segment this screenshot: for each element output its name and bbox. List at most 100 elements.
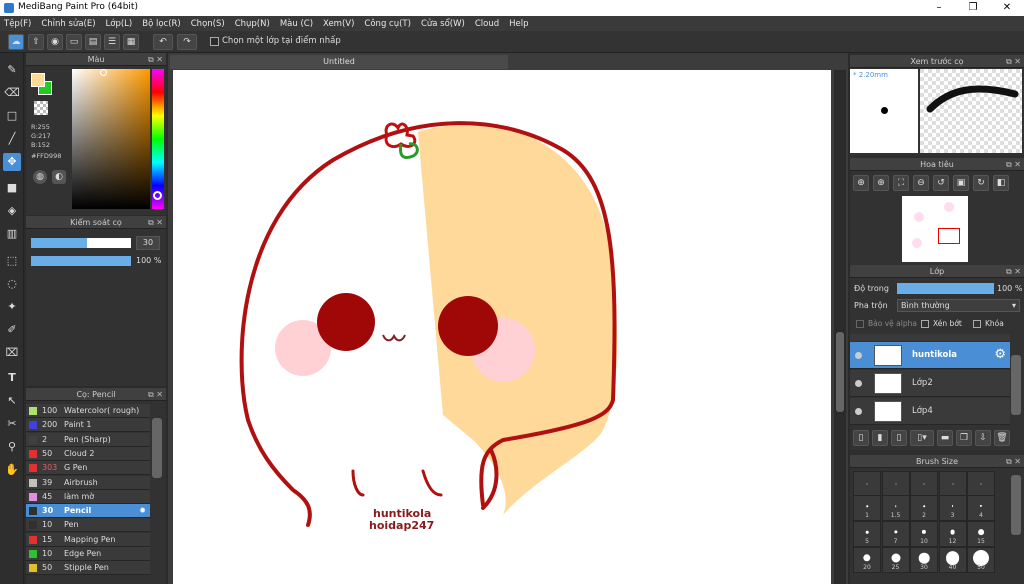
brush-item[interactable]: 15 Mapping Pen (26, 532, 150, 547)
palette-icon[interactable]: ◍ (33, 170, 47, 184)
document-tab[interactable]: Untitled (170, 55, 508, 69)
saturation-value-square[interactable] (72, 69, 150, 209)
brush-tool-icon[interactable]: ✎ (3, 61, 21, 79)
brush-size-cell[interactable]: 4 (967, 495, 995, 521)
brush-item[interactable]: 50 Stipple Pen (26, 561, 150, 576)
brush-size-cell[interactable] (881, 471, 910, 497)
brush-size-cell[interactable]: 3 (938, 495, 967, 521)
operation-tool-icon[interactable]: ↖ (3, 392, 21, 410)
flip-icon[interactable]: ◧ (993, 175, 1009, 191)
eye-icon[interactable] (855, 408, 862, 415)
close-icon[interactable]: ✕ (990, 0, 1024, 16)
zoom-out-icon[interactable]: ⊖ (913, 175, 929, 191)
redo-icon[interactable]: ↷ (177, 34, 197, 50)
brush-item[interactable]: 10 Pen (26, 518, 150, 533)
brush-list-scrollbar[interactable] (152, 418, 162, 478)
comment-icon[interactable]: ◉ (47, 34, 63, 50)
brush-size-scrollbar[interactable] (1011, 475, 1021, 535)
rectangle-tool-icon[interactable]: □ (3, 107, 21, 125)
protect-alpha-checkbox[interactable] (856, 320, 864, 328)
upload-icon[interactable]: ⇧ (28, 34, 44, 50)
hue-slider[interactable] (152, 69, 164, 209)
gear-icon[interactable]: ✹ (139, 504, 146, 518)
select-layer-checkbox[interactable] (210, 37, 219, 46)
panel-close-icon[interactable]: ⧉ ✕ (1006, 265, 1021, 278)
merge-icon[interactable]: ⇩ (975, 430, 991, 446)
new-layer-icon[interactable]: ▯ (853, 430, 869, 446)
brush-size-cell[interactable]: 12 (938, 521, 967, 547)
layer-scrollbar[interactable] (1011, 355, 1021, 415)
menu-file[interactable]: Tệp(F) (4, 19, 31, 29)
eye-icon[interactable] (855, 380, 862, 387)
brush-size-cell[interactable]: 40 (938, 547, 967, 573)
cloud-icon[interactable]: ☁ (8, 34, 24, 50)
brush-size-cell[interactable]: 30 (910, 547, 938, 573)
zoom-in-icon-2[interactable]: ⊕ (873, 175, 889, 191)
transparent-swatch[interactable] (34, 101, 48, 115)
list-icon[interactable]: ☰ (104, 34, 120, 50)
lock-checkbox[interactable] (973, 320, 981, 328)
rotate-left-icon[interactable]: ↺ (933, 175, 949, 191)
menu-filter[interactable]: Bộ lọc(R) (142, 19, 181, 29)
panel-close-icon[interactable]: ⧉ ✕ (148, 216, 163, 229)
canvas-scrollbar-thumb[interactable] (836, 332, 844, 412)
duplicate-icon[interactable]: ❐ (956, 430, 972, 446)
brush-item[interactable]: 39 Airbrush (26, 475, 150, 490)
panel-close-icon[interactable]: ⧉ ✕ (1006, 55, 1021, 68)
navigator-viewport[interactable] (938, 228, 960, 244)
brush-size-cell[interactable]: 1 (853, 495, 881, 521)
hue-slider-handle[interactable] (153, 191, 162, 200)
delete-icon[interactable]: 🗑 (994, 430, 1010, 446)
eyedropper-tool-icon[interactable]: ⚲ (3, 438, 21, 456)
panel-close-icon[interactable]: ⧉ ✕ (148, 53, 163, 66)
layer-row-huntikola[interactable]: huntikola ⚙ (850, 342, 1010, 369)
brush-size-cell[interactable]: 25 (881, 547, 910, 573)
brush-size-cell[interactable] (910, 471, 938, 497)
minimize-icon[interactable]: – (922, 0, 956, 16)
brush-size-cell[interactable]: 7 (881, 521, 910, 547)
layer-row-lop4[interactable]: Lớp4 (850, 398, 1010, 425)
gear-icon[interactable]: ⚙ (994, 347, 1006, 362)
panel-close-icon[interactable]: ⧉ ✕ (148, 388, 163, 401)
lasso-tool-icon[interactable]: ◌ (3, 275, 21, 293)
brush-item[interactable]: 303 G Pen (26, 461, 150, 476)
layer-opacity-slider[interactable] (897, 283, 994, 294)
layer-row-lop2[interactable]: Lớp2 (850, 370, 1010, 397)
gradient-tool-icon[interactable]: ▥ (3, 225, 21, 243)
canvas-vertical-scrollbar[interactable] (834, 70, 846, 584)
menu-layer[interactable]: Lớp(L) (106, 19, 133, 29)
select-pen-tool-icon[interactable]: ✐ (3, 321, 21, 339)
magic-wand-tool-icon[interactable]: ✦ (3, 298, 21, 316)
color-picker-icon[interactable]: ◐ (52, 170, 66, 184)
drawing-canvas[interactable]: huntikola hoidap247 (173, 70, 831, 584)
text-tool-icon[interactable]: T (3, 369, 21, 387)
brush-item[interactable]: 200 Paint 1 (26, 418, 150, 433)
menu-window[interactable]: Cửa sổ(W) (421, 19, 465, 29)
navigator-thumbnail[interactable] (902, 196, 968, 262)
folder-icon[interactable]: ▬ (937, 430, 953, 446)
select-eraser-tool-icon[interactable]: ⌧ (3, 344, 21, 362)
new-layer-2-icon[interactable]: ▮ (872, 430, 888, 446)
menu-help[interactable]: Help (509, 19, 528, 29)
page-icon[interactable]: ▤ (85, 34, 101, 50)
brush-size-cell[interactable] (853, 471, 881, 497)
zoom-in-icon[interactable]: ⊕ (853, 175, 869, 191)
select-tool-icon[interactable]: ⬚ (3, 252, 21, 270)
speech-icon[interactable]: ▭ (66, 34, 82, 50)
panel-close-icon[interactable]: ⧉ ✕ (1006, 158, 1021, 171)
line-tool-icon[interactable]: ╱ (3, 130, 21, 148)
eraser-tool-icon[interactable]: ⌫ (3, 84, 21, 102)
menu-color[interactable]: Màu (C) (280, 19, 313, 29)
brush-size-cell[interactable]: 10 (910, 521, 938, 547)
menu-view[interactable]: Xem(V) (323, 19, 354, 29)
bucket-tool-icon[interactable]: ◈ (3, 202, 21, 220)
new-layer-3-icon[interactable]: ▯ (891, 430, 907, 446)
brush-size-cell[interactable]: 15 (967, 521, 995, 547)
menu-select[interactable]: Chọn(S) (191, 19, 225, 29)
move-tool-icon[interactable]: ✥ (3, 153, 21, 171)
brush-size-cell[interactable]: 1.5 (881, 495, 910, 521)
eye-icon[interactable] (855, 352, 862, 359)
grid-icon[interactable]: ▦ (123, 34, 139, 50)
fill-rect-tool-icon[interactable]: ■ (3, 179, 21, 197)
panel-close-icon[interactable]: ⧉ ✕ (1006, 455, 1021, 468)
